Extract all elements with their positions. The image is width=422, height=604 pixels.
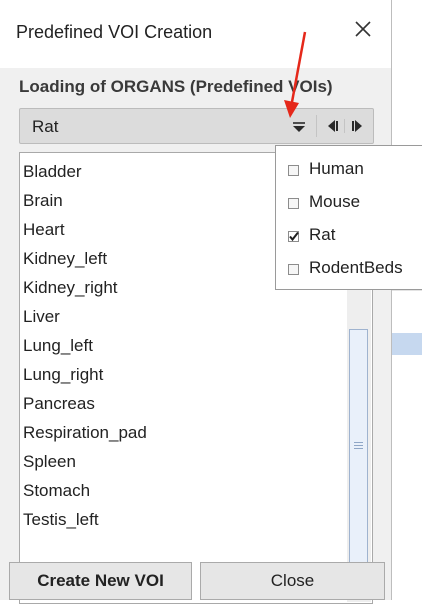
title-bar: Predefined VOI Creation xyxy=(0,0,391,68)
scroll-grip-line xyxy=(354,442,363,443)
menu-item-label: RodentBeds xyxy=(309,258,403,277)
list-item[interactable]: Pancreas xyxy=(23,394,95,414)
list-item[interactable]: Heart xyxy=(23,220,65,240)
combo-separator xyxy=(316,115,317,137)
list-item[interactable]: Testis_left xyxy=(23,510,99,530)
list-item[interactable]: Kidney_right xyxy=(23,278,118,298)
close-icon[interactable] xyxy=(352,18,376,42)
checkmark-icon xyxy=(289,231,299,242)
next-arrow-icon[interactable] xyxy=(346,114,368,138)
scroll-grip-line xyxy=(354,445,363,446)
list-item[interactable]: Lung_right xyxy=(23,365,103,385)
list-item[interactable]: Respiration_pad xyxy=(23,423,147,443)
close-button[interactable]: Close xyxy=(200,562,385,600)
species-combobox[interactable]: Rat xyxy=(19,108,374,144)
dropdown-arrow-icon[interactable] xyxy=(286,114,312,138)
list-item[interactable]: Liver xyxy=(23,307,60,327)
list-item[interactable]: Brain xyxy=(23,191,63,211)
checkbox[interactable] xyxy=(288,165,299,176)
list-item[interactable]: Bladder xyxy=(23,162,82,182)
background-area xyxy=(392,0,422,601)
menu-item-label: Mouse xyxy=(309,192,361,211)
background-selection-band xyxy=(392,333,422,355)
section-title: Loading of ORGANS (Predefined VOIs) xyxy=(19,77,333,96)
create-new-voi-button[interactable]: Create New VOI xyxy=(9,562,192,600)
previous-arrow-icon[interactable] xyxy=(322,114,344,138)
checkbox[interactable] xyxy=(288,198,299,209)
predefined-voi-dialog: Predefined VOI Creation Loading of ORGAN… xyxy=(0,0,392,604)
checkbox[interactable] xyxy=(288,264,299,275)
window-title: Predefined VOI Creation xyxy=(16,22,213,42)
menu-item-label: Rat xyxy=(309,225,336,244)
menu-item-label: Human xyxy=(309,159,364,178)
nav-separator xyxy=(344,119,345,133)
list-item[interactable]: Lung_left xyxy=(23,336,93,356)
list-item[interactable]: Kidney_left xyxy=(23,249,107,269)
checkbox[interactable] xyxy=(288,231,299,242)
species-dropdown-menu: Human Mouse Rat RodentBeds xyxy=(275,145,422,290)
species-selected-value: Rat xyxy=(32,117,59,136)
list-item[interactable]: Stomach xyxy=(23,481,90,501)
scrollbar-thumb[interactable] xyxy=(349,329,368,569)
scroll-grip-line xyxy=(354,448,363,449)
list-item[interactable]: Spleen xyxy=(23,452,76,472)
